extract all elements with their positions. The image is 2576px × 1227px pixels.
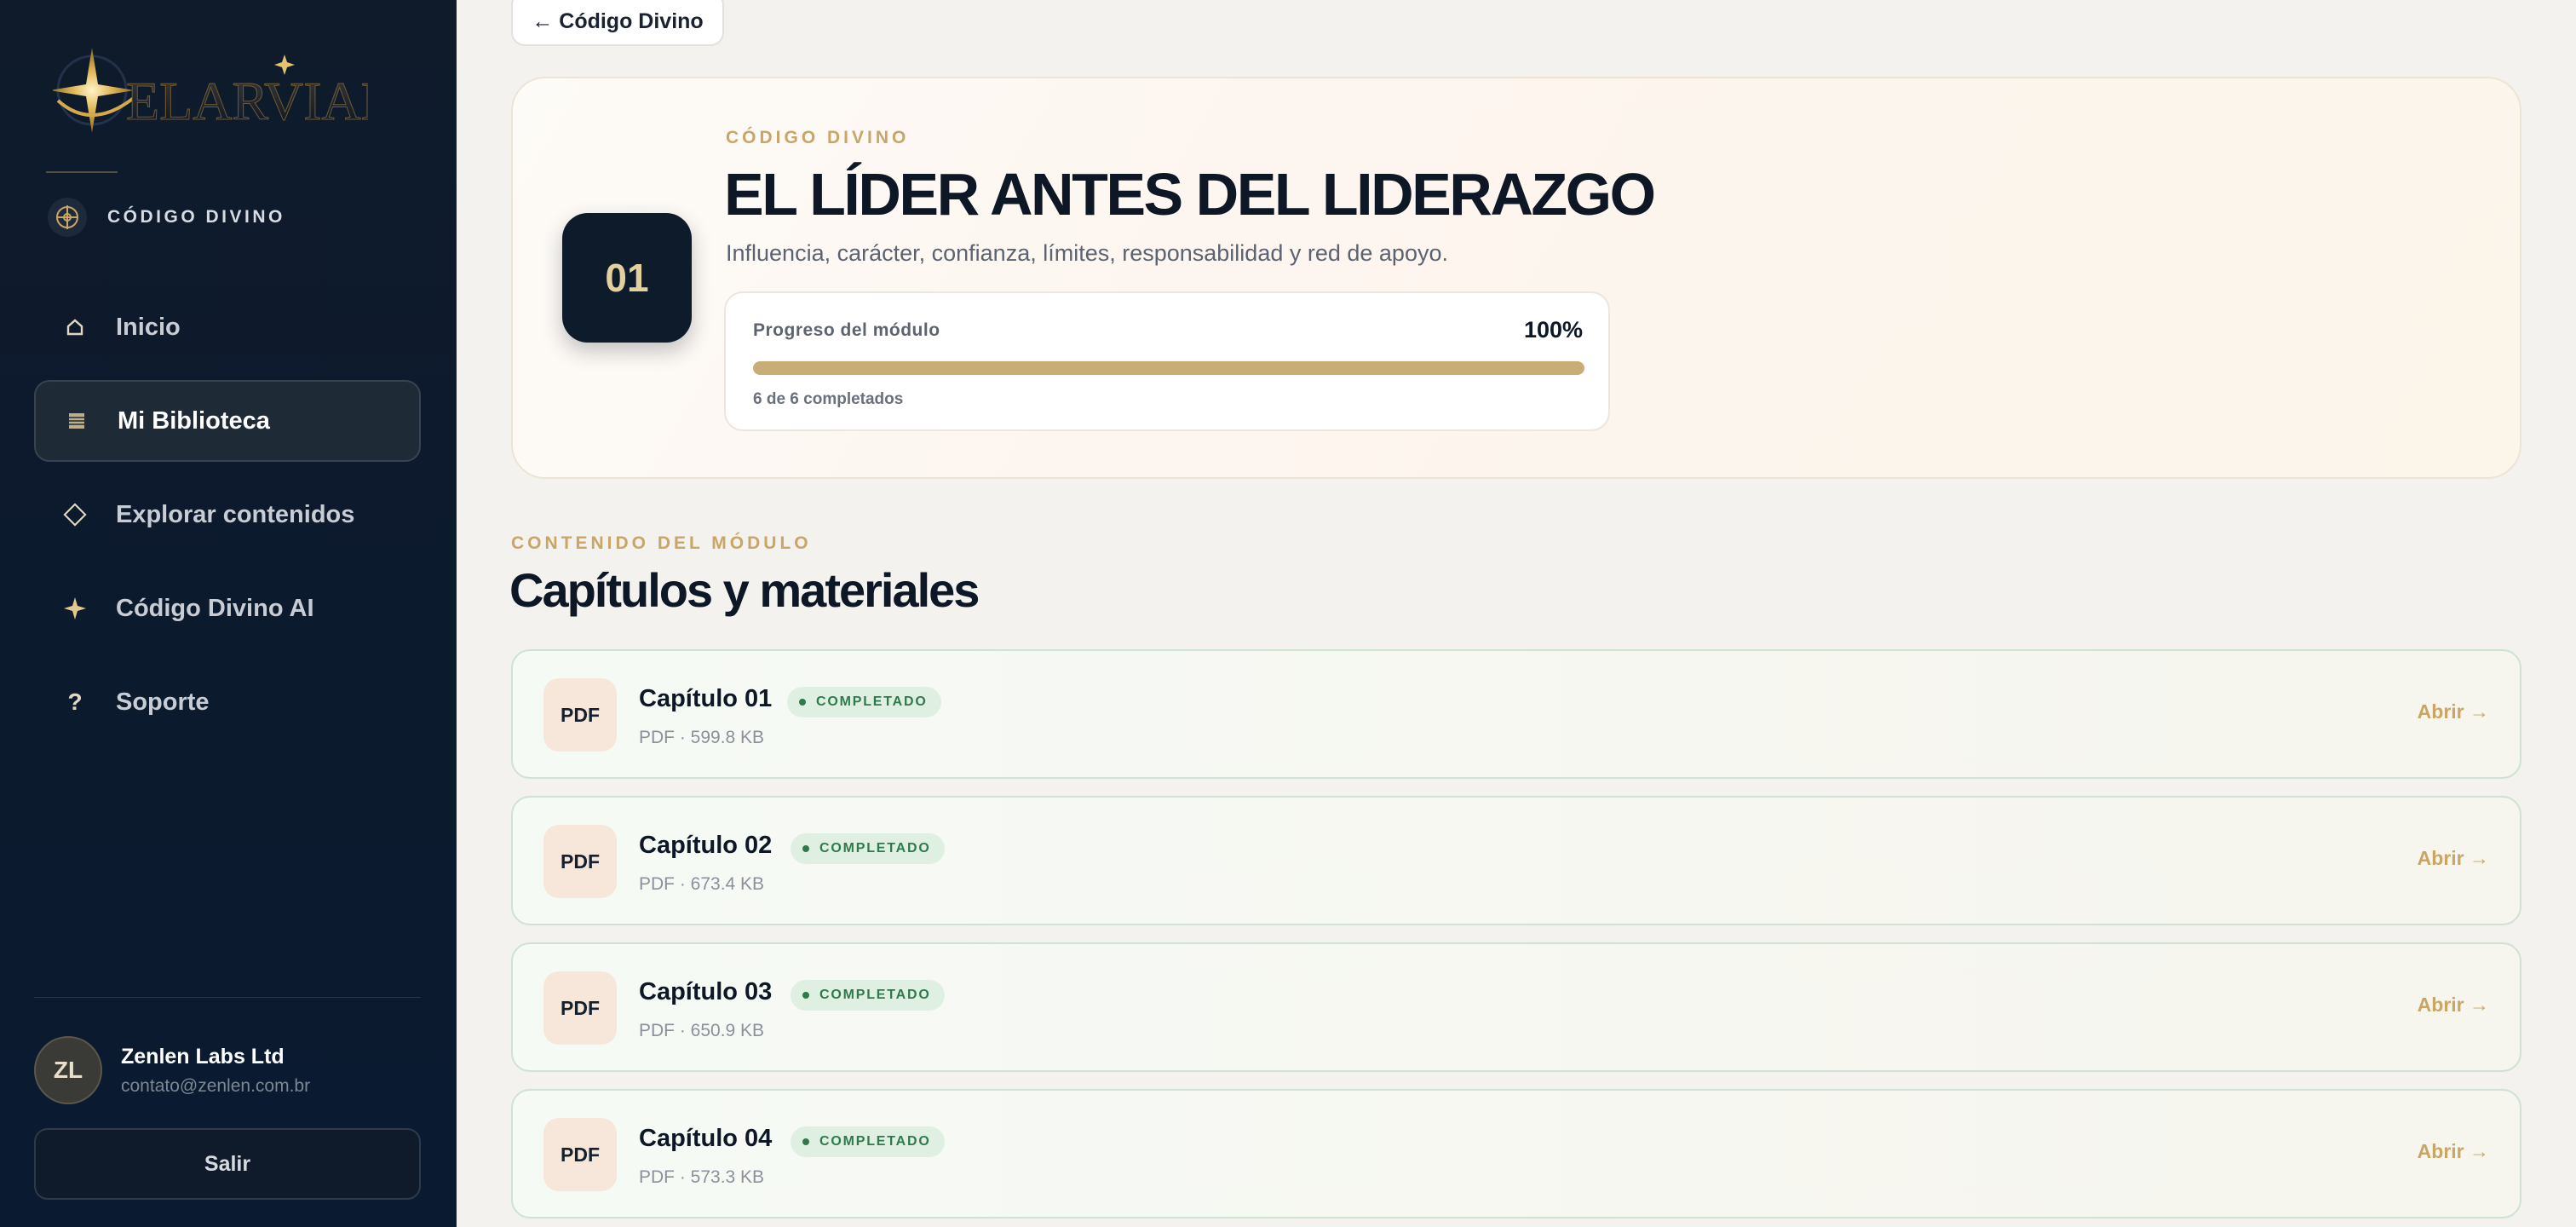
chapter-meta: PDF · 599.8 KB: [639, 728, 765, 747]
chapter-row[interactable]: PDF Capítulo 01 COMPLETADO PDF · 599.8 K…: [511, 649, 2521, 779]
pdf-file-icon: PDF: [543, 825, 617, 898]
module-progress-card: Progreso del módulo 100% 6 de 6 completa…: [724, 291, 1610, 431]
library-icon: [65, 409, 89, 433]
logo-divider: [46, 171, 118, 173]
pdf-file-icon: PDF: [543, 1118, 617, 1191]
question-icon: ?: [67, 688, 83, 715]
progress-track: [753, 361, 1584, 375]
section-title: Capítulos y materiales: [509, 563, 980, 617]
chapter-title: Capítulo 04: [639, 1125, 773, 1152]
sidebar-item-label: Mi Biblioteca: [118, 406, 270, 435]
chapter-row[interactable]: PDF Capítulo 03 COMPLETADO PDF · 650.9 K…: [511, 942, 2521, 1072]
sidebar-item-explorar[interactable]: Explorar contenidos: [34, 474, 421, 556]
back-button[interactable]: ← Código Divino: [511, 0, 724, 46]
sidebar-item-label: Explorar contenidos: [116, 500, 355, 528]
pdf-file-icon: PDF: [543, 678, 617, 752]
open-chapter-link[interactable]: Abrir →: [2418, 1140, 2489, 1163]
progress-label: Progreso del módulo: [753, 320, 940, 340]
diamond-icon: [63, 503, 87, 527]
open-chapter-link[interactable]: Abrir →: [2418, 847, 2489, 870]
home-icon: [63, 315, 87, 339]
module-hero: 01 CÓDIGO DIVINO EL LÍDER ANTES DEL LIDE…: [511, 77, 2521, 479]
chapter-row[interactable]: PDF Capítulo 04 COMPLETADO PDF · 573.3 K…: [511, 1089, 2521, 1218]
status-badge: COMPLETADO: [787, 687, 941, 717]
open-chapter-link[interactable]: Abrir →: [2418, 700, 2489, 723]
chapter-meta: PDF · 573.3 KB: [639, 1167, 765, 1187]
chapter-list: PDF Capítulo 01 COMPLETADO PDF · 599.8 K…: [511, 649, 2521, 1227]
sidebar-item-mi-biblioteca[interactable]: Mi Biblioteca: [34, 380, 421, 462]
status-badge: COMPLETADO: [791, 833, 945, 864]
logo-mark: ELARVIAN: [49, 48, 400, 133]
page-title: EL LÍDER ANTES DEL LIDERAZGO: [724, 161, 1656, 228]
chapter-title: Capítulo 01: [639, 685, 773, 712]
status-badge: COMPLETADO: [791, 1126, 945, 1157]
sparkle-icon: [63, 596, 87, 620]
module-number-badge: 01: [562, 213, 692, 343]
hero-eyebrow: CÓDIGO DIVINO: [726, 128, 910, 147]
logo-wordmark: ELARVIAN: [126, 71, 368, 131]
avatar: ZL: [34, 1036, 102, 1104]
progress-count: 6 de 6 completados: [753, 390, 904, 408]
sidebar-nav: Inicio Mi Biblioteca Explorar contenidos…: [34, 286, 421, 755]
progress-percent: 100%: [1523, 317, 1583, 343]
user-name: Zenlen Labs Ltd: [121, 1044, 285, 1069]
chapter-meta: PDF · 673.4 KB: [639, 874, 765, 894]
chapter-row[interactable]: PDF Capítulo 02 COMPLETADO PDF · 673.4 K…: [511, 796, 2521, 925]
hero-subtitle: Influencia, carácter, confianza, límites…: [726, 240, 1448, 266]
logout-button[interactable]: Salir: [34, 1128, 421, 1200]
sidebar-item-label: Inicio: [116, 313, 181, 341]
pdf-file-icon: PDF: [543, 971, 617, 1045]
sidebar-item-codigo-divino-ai[interactable]: Código Divino AI: [34, 567, 421, 649]
user-email: contato@zenlen.com.br: [121, 1075, 311, 1096]
elarvian-logo[interactable]: ELARVIAN: [49, 44, 400, 138]
brand-label: CÓDIGO DIVINO: [107, 207, 285, 227]
sidebar-item-label: Soporte: [116, 688, 210, 716]
section-eyebrow: CONTENIDO DEL MÓDULO: [511, 533, 812, 553]
sidebar-item-label: Código Divino AI: [116, 594, 314, 622]
sidebar-item-soporte[interactable]: ? Soporte: [34, 661, 421, 743]
progress-fill: [753, 361, 1584, 375]
compass-icon: [48, 198, 87, 237]
status-badge: COMPLETADO: [791, 980, 945, 1011]
sidebar-item-inicio[interactable]: Inicio: [34, 286, 421, 368]
sidebar: ELARVIAN CÓDIGO DIVINO Inicio Mi Bibliot…: [0, 0, 457, 1227]
brand-row[interactable]: CÓDIGO DIVINO: [48, 198, 285, 237]
open-chapter-link[interactable]: Abrir →: [2418, 994, 2489, 1017]
chapter-meta: PDF · 650.9 KB: [639, 1021, 765, 1040]
chapter-title: Capítulo 03: [639, 978, 773, 1005]
sidebar-divider: [34, 997, 421, 998]
chapter-title: Capítulo 02: [639, 832, 773, 859]
user-profile[interactable]: ZL Zenlen Labs Ltd contato@zenlen.com.br: [34, 1036, 310, 1104]
